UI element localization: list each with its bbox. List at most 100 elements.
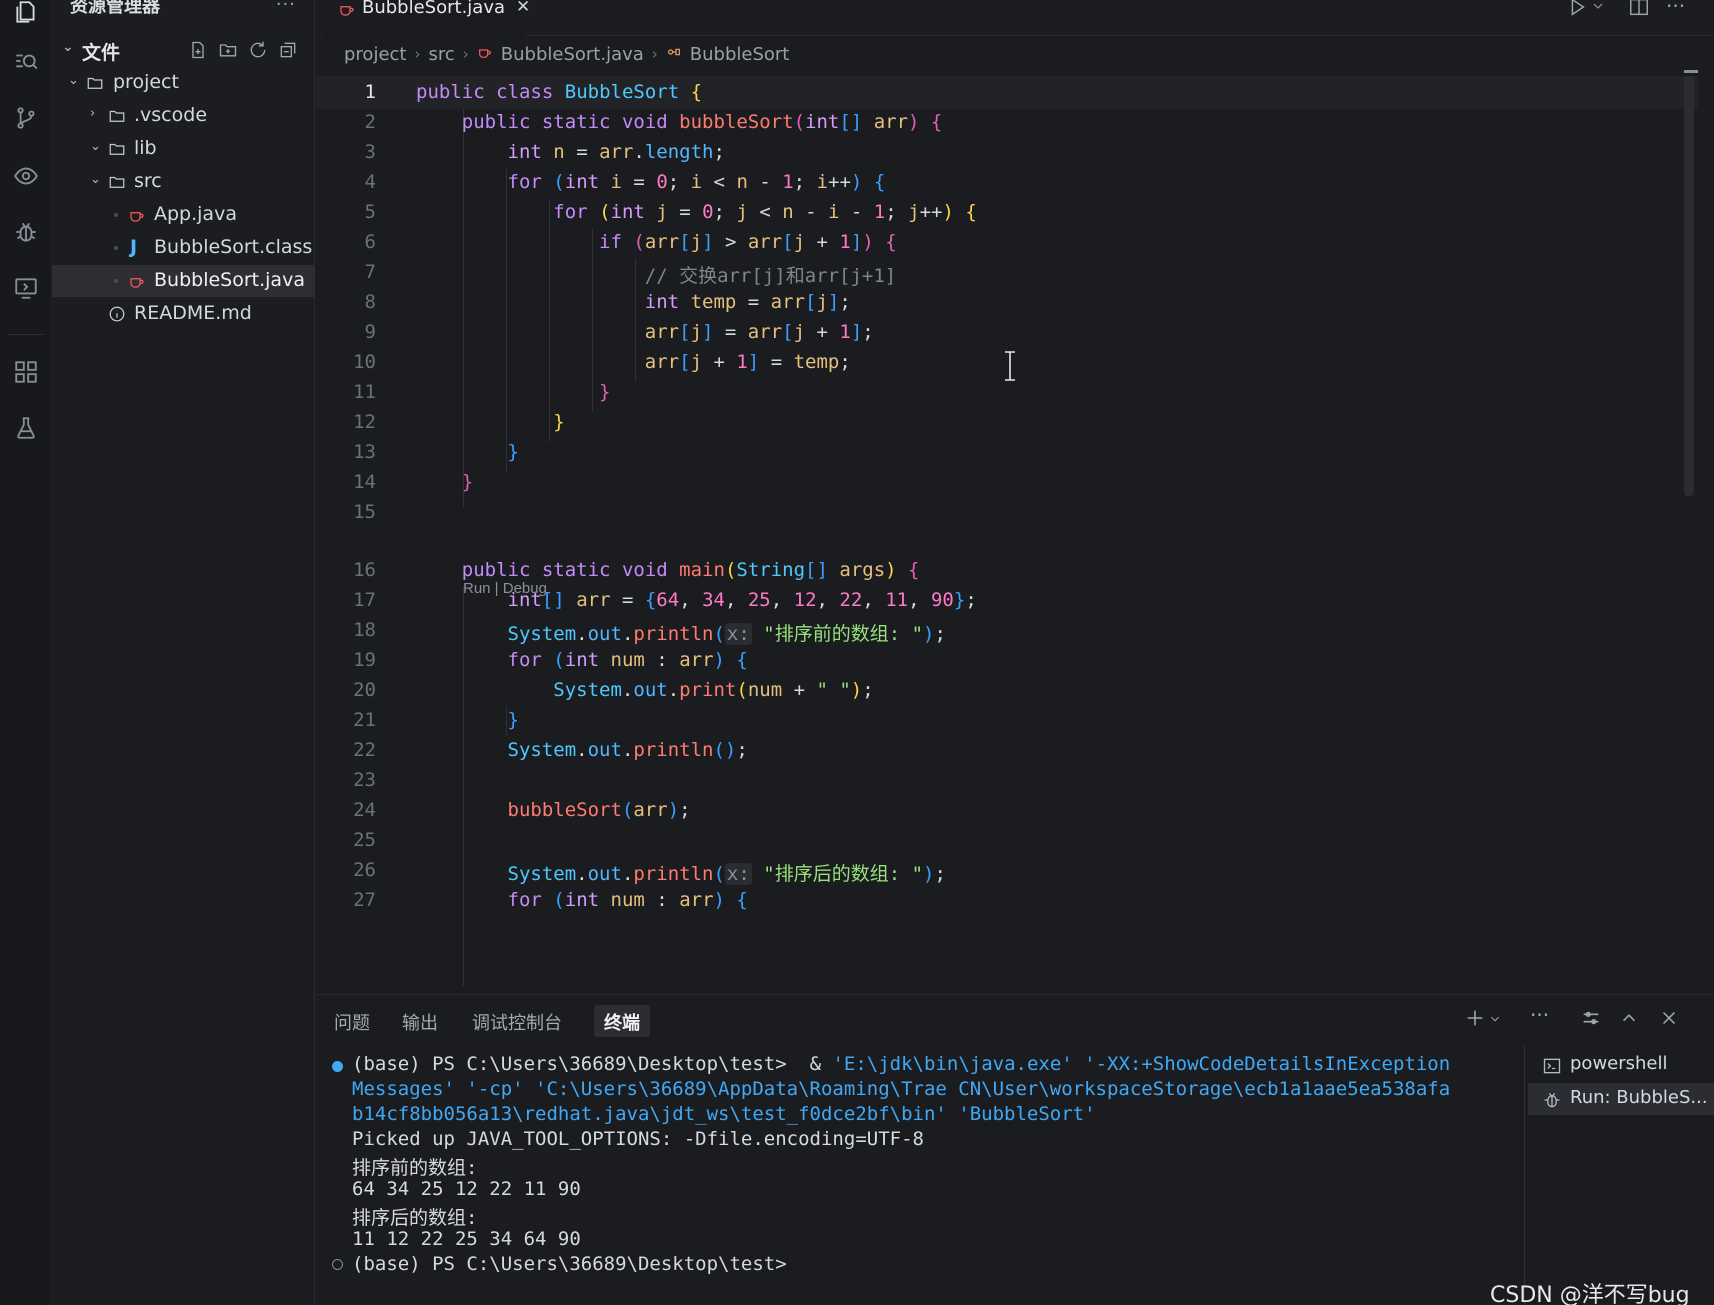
chevron-down-icon[interactable] [1590,0,1606,18]
chevron-down-icon: ⌄ [62,39,74,55]
line-number: 17 [353,589,376,611]
code-line[interactable]: 9 arr[j] = arr[j + 1]; [316,316,1698,349]
line-number: 15 [353,501,376,523]
code-line[interactable]: 7 // 交换arr[j]和arr[j+1] [316,256,1698,289]
code-line[interactable]: 26 System.out.println(x: "排序后的数组: "); [316,854,1698,887]
line-number: 7 [364,261,376,283]
settings-sliders-icon[interactable] [1580,1007,1602,1033]
more-actions-icon[interactable]: ··· [1530,1003,1549,1027]
run-icon[interactable] [1566,0,1588,22]
java-file-icon [338,0,356,22]
terminal-list-label: powershell [1570,1053,1668,1074]
code-line[interactable]: 25 [316,824,1698,857]
line-number: 8 [364,291,376,313]
terminal-output[interactable]: (base) PS C:\Users\36689\Desktop\test> &… [316,1053,1524,1303]
breadcrumb-project[interactable]: project [344,44,406,65]
more-actions-icon[interactable]: ··· [1666,0,1685,18]
code-editor[interactable]: 1 public class BubbleSort { 2 public sta… [316,76,1698,986]
tree-item-app-java[interactable]: App.java [52,199,315,231]
line-number: 16 [353,559,376,581]
chevron-down-icon[interactable] [1488,1011,1502,1030]
code-line[interactable]: 4 for (int i = 0; i < n - 1; i++) { [316,166,1698,199]
tab-problems[interactable]: 问题 [324,1005,380,1037]
chevron-down-icon: ⌄ [90,172,101,187]
breadcrumb-src[interactable]: src [428,44,454,65]
chevron-right-icon: › [651,45,658,63]
code-line[interactable]: 5 for (int j = 0; j < n - i - 1; j++) { [316,196,1698,229]
tab-terminal[interactable]: 终端 [594,1005,650,1037]
tree-item-bubblesort-class[interactable]: J BubbleSort.class [52,232,315,264]
code-line[interactable]: 19 for (int num : arr) { [316,644,1698,677]
code-line[interactable]: 24 bubbleSort(arr); [316,794,1698,827]
extensions-icon[interactable] [6,352,46,392]
debug-icon[interactable] [6,212,46,252]
close-panel-icon[interactable] [1658,1007,1680,1033]
plus-icon[interactable] [1464,1007,1486,1033]
code-line[interactable]: 18 System.out.println(x: "排序前的数组: "); [316,614,1698,647]
code-line[interactable]: 20 System.out.print(num + " "); [316,674,1698,707]
code-line[interactable]: 22 System.out.println(); [316,734,1698,767]
terminal-line: 排序后的数组: [352,1207,478,1229]
code-line[interactable]: 12 } [316,406,1698,439]
folder-open-icon [108,173,126,191]
source-control-icon[interactable] [6,98,46,138]
remote-icon[interactable] [6,268,46,308]
tree-item-bubblesort-java[interactable]: BubbleSort.java [52,265,315,297]
code-line[interactable]: 17 int[] arr = {64, 34, 25, 12, 22, 11, … [316,584,1698,617]
code-line[interactable]: 13 } [316,436,1698,469]
line-number: 23 [353,769,376,791]
code-line[interactable]: 8 int temp = arr[j]; [316,286,1698,319]
split-editor-icon[interactable] [1628,0,1650,22]
tab-output[interactable]: 输出 [392,1005,448,1037]
line-number: 11 [353,381,376,403]
code-line[interactable]: 2 public static void bubbleSort(int[] ar… [316,106,1698,139]
breadcrumb: project › src › BubbleSort.java › Bubble… [344,42,789,66]
files-section-header[interactable]: ⌄ 文件 [52,36,315,64]
new-file-icon[interactable] [188,40,208,60]
explorer-icon[interactable] [6,0,46,32]
line-number: 4 [364,171,376,193]
files-section-label: 文件 [82,42,121,64]
line-number: 25 [353,829,376,851]
chevron-down-icon: ⌄ [68,73,79,88]
explorer-sidebar: 资源管理器 ··· ⌄ 文件 ⌄ project › .vscode ⌄ lib… [52,0,315,1305]
editor-scrollbar[interactable] [1684,76,1694,496]
tree-item-lib[interactable]: ⌄ lib [52,133,315,165]
class-file-icon: J [130,236,138,258]
search-icon[interactable] [6,42,46,82]
sidebar-more-button[interactable]: ··· [276,0,296,15]
code-line[interactable]: 15 [316,496,1698,529]
flask-icon[interactable] [6,408,46,448]
terminal-line: 排序前的数组: [352,1157,478,1179]
folder-open-icon [108,140,126,158]
eye-icon[interactable] [6,156,46,196]
terminal-list-item-run[interactable]: Run: BubbleS... [1528,1083,1714,1115]
code-line[interactable]: 27 for (int num : arr) { [316,884,1698,917]
code-line[interactable]: 21 } [316,704,1698,737]
code-line[interactable]: 23 [316,764,1698,797]
tree-item-readme[interactable]: README.md [52,298,315,330]
tab-bubblesort-java[interactable]: BubbleSort.java ✕ [324,0,530,36]
java-file-icon [128,272,146,290]
maximize-panel-icon[interactable] [1618,1007,1640,1033]
tree-item-project[interactable]: ⌄ project [52,67,315,99]
close-icon[interactable]: ✕ [516,0,530,17]
breadcrumb-file[interactable]: BubbleSort.java [501,44,644,65]
terminal-list-item-powershell[interactable]: powershell [1528,1049,1714,1081]
refresh-icon[interactable] [248,40,268,60]
collapse-all-icon[interactable] [278,40,298,60]
command-status-dot [332,1259,343,1270]
code-line[interactable]: 16 public static void main(String[] args… [316,554,1698,587]
code-line[interactable]: 6 if (arr[j] > arr[j + 1]) { [316,226,1698,259]
tree-item-vscode[interactable]: › .vscode [52,100,315,132]
new-folder-icon[interactable] [218,40,238,60]
tree-item-src[interactable]: ⌄ src [52,166,315,198]
breadcrumb-class[interactable]: BubbleSort [690,44,790,65]
code-line[interactable]: 14 } [316,466,1698,499]
tab-debug-console[interactable]: 调试控制台 [462,1005,572,1037]
line-number: 27 [353,889,376,911]
code-line[interactable]: 3 int n = arr.length; [316,136,1698,169]
line-number: 2 [364,111,376,133]
tab-label: BubbleSort.java [362,0,506,18]
code-line[interactable]: 1 public class BubbleSort { [316,76,1698,109]
